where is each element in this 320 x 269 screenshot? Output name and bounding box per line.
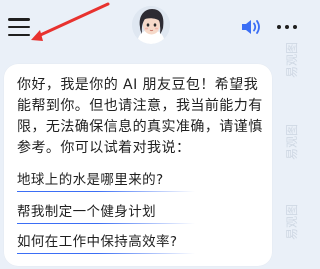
chat-message-card: 你好，我是你的 AI 朋友豆包！希望我能帮到你。但也请注意，我当前能力有限，无法… (4, 64, 272, 266)
suggestion-underline (17, 191, 195, 192)
more-dots-icon[interactable] (277, 25, 297, 31)
hamburger-menu-icon[interactable] (8, 18, 30, 36)
watermark-text: 易观图 (285, 203, 299, 240)
ai-avatar-icon (132, 6, 170, 44)
suggestion-item-fitness[interactable]: 帮我制定一个健身计划 (17, 203, 156, 221)
suggestion-item-efficiency[interactable]: 如何在工作中保持高效率? (17, 233, 177, 251)
ai-avatar[interactable] (132, 6, 170, 44)
speaker-icon[interactable] (240, 17, 262, 37)
suggestion-underline (17, 223, 195, 224)
assistant-greeting-text: 你好，我是你的 AI 朋友豆包！希望我能帮到你。但也请注意，我当前能力有限，无法… (17, 77, 263, 156)
watermark-text: 易观图 (285, 123, 299, 160)
suggestion-underline (17, 253, 195, 254)
suggestion-item-water[interactable]: 地球上的水是哪里来的? (17, 171, 164, 189)
top-bar (0, 0, 302, 56)
